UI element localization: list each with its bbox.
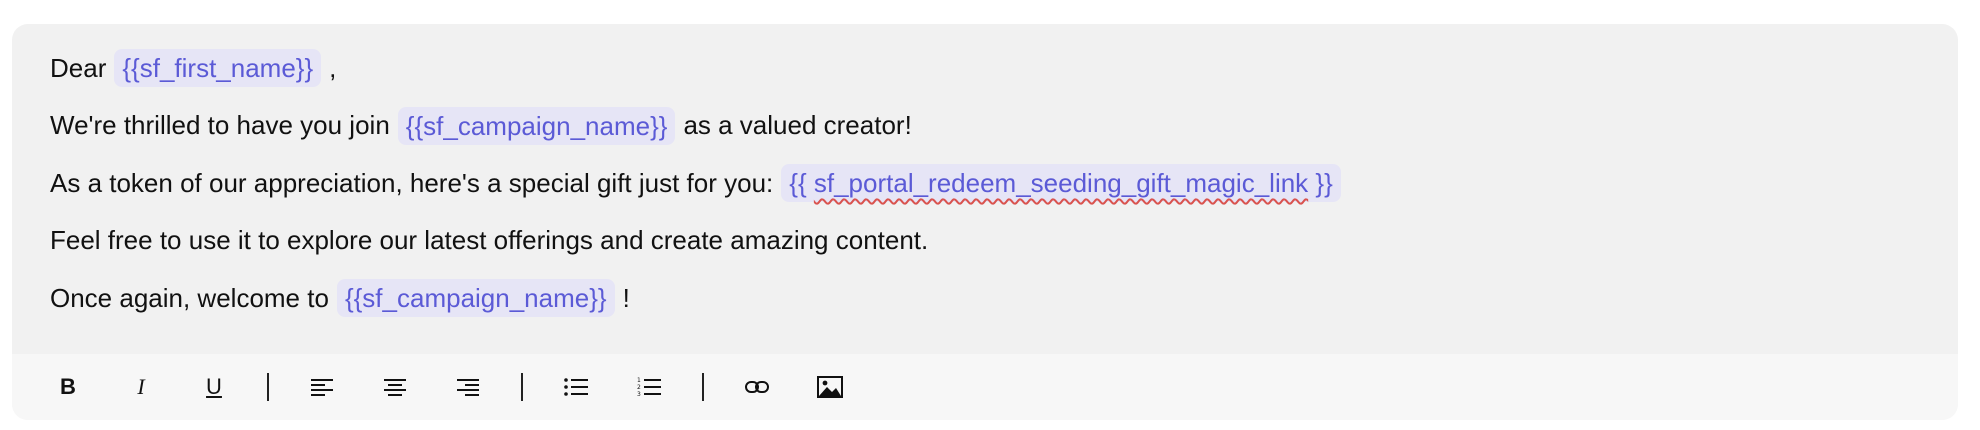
toolbar-divider (267, 373, 269, 401)
bulleted-list-button[interactable] (556, 367, 596, 407)
svg-text:2: 2 (637, 384, 641, 391)
align-left-button[interactable] (302, 367, 342, 407)
numbered-list-button[interactable]: 1 2 3 (629, 367, 669, 407)
align-right-icon (457, 379, 479, 396)
gift-text: As a token of our appreciation, here's a… (50, 167, 774, 198)
variable-magic-link-name: sf_portal_redeem_seeding_gift_magic_link (813, 168, 1309, 198)
numbered-list-icon: 1 2 3 (637, 377, 661, 397)
toolbar-divider (702, 373, 704, 401)
svg-text:1: 1 (637, 377, 641, 384)
insert-image-button[interactable] (810, 367, 850, 407)
explore-text: Feel free to use it to explore our lates… (50, 225, 929, 255)
greeting-punct: , (329, 52, 337, 83)
line-closing: Once again, welcome to {{sf_campaign_nam… (50, 276, 1938, 320)
variable-suffix: }} (1315, 168, 1333, 198)
variable-prefix: {{ (789, 168, 807, 198)
insert-link-button[interactable] (737, 367, 777, 407)
greeting-text: Dear (50, 52, 107, 83)
welcome-after-text: as a valued creator! (683, 110, 912, 140)
align-center-button[interactable] (375, 367, 415, 407)
toolbar-divider (521, 373, 523, 401)
welcome-text: We're thrilled to have you join (50, 110, 390, 140)
editor-content[interactable]: Dear {{sf_first_name}} , We're thrilled … (50, 46, 1938, 334)
line-greeting: Dear {{sf_first_name}} , (50, 46, 1938, 90)
italic-button[interactable]: I (121, 367, 161, 407)
svg-text:3: 3 (637, 391, 641, 397)
underline-button[interactable]: U (194, 367, 234, 407)
variable-campaign-name-2[interactable]: {{sf_campaign_name}} (336, 279, 615, 317)
bold-button[interactable]: B (48, 367, 88, 407)
closing-text: Once again, welcome to (50, 282, 329, 313)
align-right-button[interactable] (448, 367, 488, 407)
line-gift: As a token of our appreciation, here's a… (50, 161, 1938, 205)
variable-magic-link[interactable]: {{ sf_portal_redeem_seeding_gift_magic_l… (781, 164, 1341, 202)
email-editor: Dear {{sf_first_name}} , We're thrilled … (12, 24, 1958, 420)
line-explore: Feel free to use it to explore our lates… (50, 219, 1938, 263)
variable-first-name[interactable]: {{sf_first_name}} (114, 49, 322, 87)
variable-campaign-name[interactable]: {{sf_campaign_name}} (397, 106, 676, 145)
closing-punct: ! (622, 282, 630, 313)
bulleted-list-icon (564, 378, 588, 396)
align-left-icon (311, 379, 333, 396)
image-icon (817, 376, 843, 398)
line-welcome: We're thrilled to have you join {{sf_cam… (50, 104, 1938, 148)
link-icon (745, 381, 769, 393)
align-center-icon (384, 379, 406, 396)
formatting-toolbar: B I U 1 2 3 (12, 354, 1958, 420)
